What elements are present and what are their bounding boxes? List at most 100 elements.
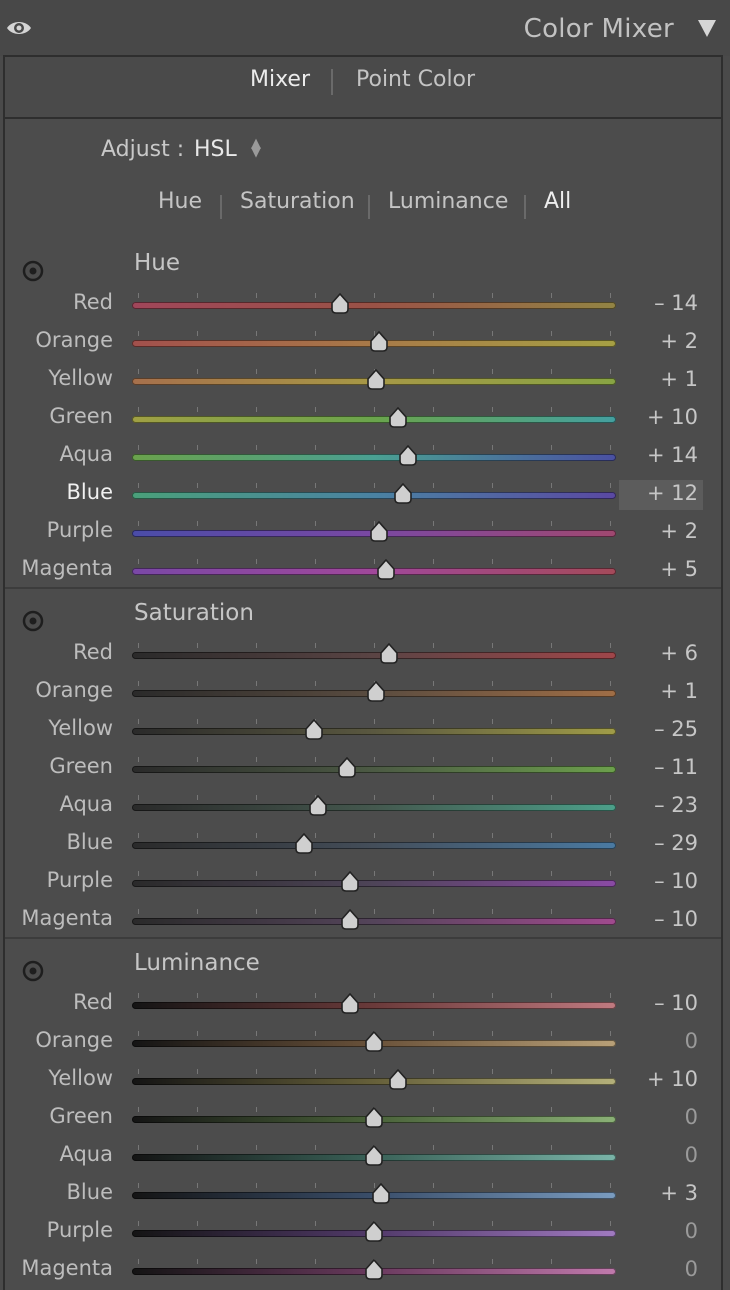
slider-value-saturation-magenta[interactable]: – 10 — [620, 907, 698, 931]
slider-thumb-hue-red[interactable] — [330, 293, 350, 315]
slider-thumb-hue-blue[interactable] — [393, 483, 413, 505]
slider-track-saturation-blue[interactable] — [132, 842, 616, 849]
slider-tick — [374, 1069, 375, 1074]
slider-thumb-saturation-magenta[interactable] — [340, 909, 360, 931]
slider-thumb-hue-green[interactable] — [388, 407, 408, 429]
slider-tick — [492, 1031, 493, 1036]
slider-tick — [256, 909, 257, 914]
slider-track-saturation-aqua[interactable] — [132, 804, 616, 811]
slider-value-saturation-green[interactable]: – 11 — [620, 755, 698, 779]
slider-thumb-hue-yellow[interactable] — [366, 369, 386, 391]
slider-label-hue-purple: Purple — [46, 518, 113, 542]
slider-value-hue-orange[interactable]: + 2 — [620, 329, 698, 353]
slider-thumb-saturation-yellow[interactable] — [304, 719, 324, 741]
slider-thumb-saturation-aqua[interactable] — [308, 795, 328, 817]
slider-value-luminance-orange[interactable]: 0 — [620, 1029, 698, 1053]
slider-thumb-saturation-purple[interactable] — [340, 871, 360, 893]
slider-tick — [551, 483, 552, 488]
slider-value-luminance-green[interactable]: 0 — [620, 1105, 698, 1129]
slider-tick — [551, 1221, 552, 1226]
slider-value-saturation-orange[interactable]: + 1 — [620, 679, 698, 703]
mode-mixer[interactable]: Mixer — [250, 67, 310, 92]
slider-thumb-luminance-orange[interactable] — [364, 1031, 384, 1053]
slider-tick — [256, 293, 257, 298]
slider-value-saturation-purple[interactable]: – 10 — [620, 869, 698, 893]
slider-thumb-hue-aqua[interactable] — [398, 445, 418, 467]
slider-value-luminance-blue[interactable]: + 3 — [620, 1181, 698, 1205]
slider-tick — [197, 681, 198, 686]
slider-thumb-saturation-red[interactable] — [379, 643, 399, 665]
slider-tick — [610, 1107, 611, 1112]
slider-value-saturation-aqua[interactable]: – 23 — [620, 793, 698, 817]
slider-track-saturation-yellow[interactable] — [132, 728, 616, 735]
updown-arrows-icon[interactable]: ▲ ▼ — [251, 137, 261, 159]
slider-value-saturation-blue[interactable]: – 29 — [620, 831, 698, 855]
slider-tick — [197, 833, 198, 838]
slider-thumb-saturation-blue[interactable] — [294, 833, 314, 855]
eye-icon[interactable] — [6, 18, 32, 38]
slider-value-luminance-yellow[interactable]: + 10 — [620, 1067, 698, 1091]
slider-value-saturation-yellow[interactable]: – 25 — [620, 717, 698, 741]
slider-tick — [551, 871, 552, 876]
slider-tick — [433, 909, 434, 914]
slider-tick — [256, 1221, 257, 1226]
slider-value-luminance-magenta[interactable]: 0 — [620, 1257, 698, 1281]
tab-all[interactable]: All — [544, 189, 571, 214]
slider-track-saturation-green[interactable] — [132, 766, 616, 773]
slider-track-hue-magenta[interactable] — [132, 568, 616, 575]
slider-track-hue-blue[interactable] — [132, 492, 616, 499]
slider-thumb-hue-purple[interactable] — [369, 521, 389, 543]
target-adjust-icon[interactable] — [21, 609, 45, 633]
slider-value-hue-aqua[interactable]: + 14 — [620, 443, 698, 467]
tab-luminance[interactable]: Luminance — [388, 189, 508, 214]
slider-value-hue-blue[interactable]: + 12 — [620, 481, 698, 505]
adjust-select[interactable]: HSL — [194, 137, 237, 162]
slider-track-saturation-red[interactable] — [132, 652, 616, 659]
tab-saturation[interactable]: Saturation — [240, 189, 355, 214]
slider-tick — [551, 1031, 552, 1036]
target-adjust-icon[interactable] — [21, 259, 45, 283]
mode-point-color[interactable]: Point Color — [356, 67, 475, 92]
slider-track-hue-green[interactable] — [132, 416, 616, 423]
slider-tick — [138, 331, 139, 336]
target-adjust-icon[interactable] — [21, 959, 45, 983]
slider-tick — [551, 521, 552, 526]
slider-tick — [197, 757, 198, 762]
slider-value-luminance-purple[interactable]: 0 — [620, 1219, 698, 1243]
panel-header: Color Mixer — [0, 0, 730, 56]
slider-thumb-luminance-magenta[interactable] — [364, 1259, 384, 1281]
slider-thumb-luminance-red[interactable] — [340, 993, 360, 1015]
slider-track-luminance-red[interactable] — [132, 1002, 616, 1009]
slider-value-hue-magenta[interactable]: + 5 — [620, 557, 698, 581]
slider-tick — [197, 521, 198, 526]
slider-track-hue-red[interactable] — [132, 302, 616, 309]
slider-value-hue-yellow[interactable]: + 1 — [620, 367, 698, 391]
panel-title[interactable]: Color Mixer — [524, 14, 674, 44]
slider-track-saturation-magenta[interactable] — [132, 918, 616, 925]
slider-value-saturation-red[interactable]: + 6 — [620, 641, 698, 665]
slider-thumb-saturation-green[interactable] — [337, 757, 357, 779]
slider-value-hue-green[interactable]: + 10 — [620, 405, 698, 429]
slider-thumb-luminance-yellow[interactable] — [388, 1069, 408, 1091]
slider-thumb-luminance-green[interactable] — [364, 1107, 384, 1129]
tab-hue[interactable]: Hue — [158, 189, 202, 214]
slider-value-hue-red[interactable]: – 14 — [620, 291, 698, 315]
slider-tick — [197, 1221, 198, 1226]
slider-thumb-luminance-blue[interactable] — [371, 1183, 391, 1205]
slider-value-luminance-aqua[interactable]: 0 — [620, 1143, 698, 1167]
collapse-triangle-icon[interactable] — [698, 20, 716, 37]
slider-thumb-luminance-purple[interactable] — [364, 1221, 384, 1243]
slider-tick — [374, 871, 375, 876]
slider-tick — [315, 757, 316, 762]
slider-track-hue-aqua[interactable] — [132, 454, 616, 461]
slider-track-luminance-yellow[interactable] — [132, 1078, 616, 1085]
slider-thumb-hue-orange[interactable] — [369, 331, 389, 353]
slider-track-saturation-purple[interactable] — [132, 880, 616, 887]
slider-thumb-luminance-aqua[interactable] — [364, 1145, 384, 1167]
slider-tick — [551, 795, 552, 800]
slider-thumb-hue-magenta[interactable] — [376, 559, 396, 581]
slider-value-hue-purple[interactable]: + 2 — [620, 519, 698, 543]
slider-tick — [315, 871, 316, 876]
slider-thumb-saturation-orange[interactable] — [366, 681, 386, 703]
slider-value-luminance-red[interactable]: – 10 — [620, 991, 698, 1015]
